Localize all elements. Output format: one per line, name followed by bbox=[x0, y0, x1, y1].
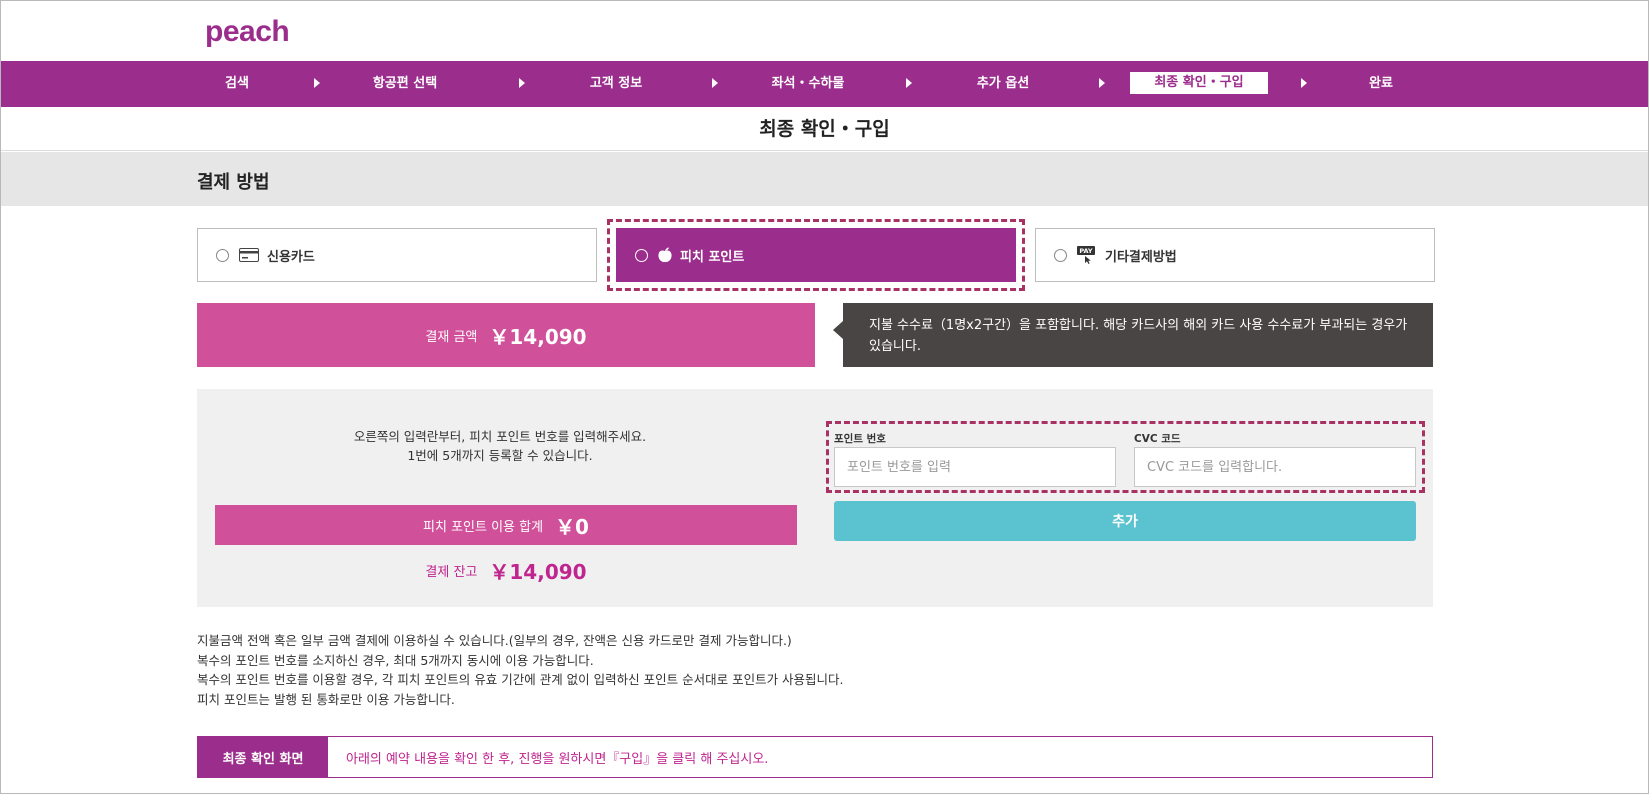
final-confirm-title: 최종 확인 화면 bbox=[198, 737, 328, 777]
payment-balance-value: ￥14,090 bbox=[489, 560, 587, 584]
step-arrow-icon bbox=[712, 78, 718, 88]
highlight-dashed-box bbox=[607, 219, 1025, 291]
radio-button[interactable] bbox=[1054, 248, 1067, 262]
point-usage-total-value: ￥0 bbox=[555, 514, 589, 539]
payment-tab-label: 기타결제방법 bbox=[1105, 249, 1177, 265]
step-customer-info: 고객 정보 bbox=[589, 76, 643, 91]
step-search: 검색 bbox=[225, 76, 249, 91]
step-flight-select: 항공편 선택 bbox=[372, 76, 438, 91]
point-instructions: 오른쪽의 입력란부터, 피치 포인트 번호를 입력해주세요. 1번에 5개까지 … bbox=[215, 427, 785, 465]
section-header: 결제 방법 bbox=[1, 152, 1648, 206]
note-line: 지불금액 전액 혹은 일부 금액 결제에 이용하실 수 있습니다.(일부의 경우… bbox=[197, 633, 792, 648]
step-arrow-icon bbox=[1099, 78, 1105, 88]
step-seat-baggage: 좌석・수하물 bbox=[771, 76, 845, 91]
note-line: 피치 포인트는 발행 된 통화로만 이용 가능합니다. bbox=[197, 691, 455, 707]
note-line: 복수의 포인트 번호를 소지하신 경우, 최대 5개까지 동시에 이용 가능합니… bbox=[197, 652, 594, 668]
step-arrow-icon bbox=[519, 78, 525, 88]
add-point-button[interactable]: 추가 bbox=[834, 501, 1416, 541]
radio-button[interactable] bbox=[216, 248, 229, 262]
fee-notice: 지불 수수료（1명x2구간）을 포함합니다. 해당 카드사의 해외 카드 사용 … bbox=[843, 303, 1433, 367]
point-usage-total-label: 피치 포인트 이용 합계 bbox=[423, 519, 544, 535]
instruction-line: 오른쪽의 입력란부터, 피치 포인트 번호를 입력해주세요. bbox=[353, 429, 647, 444]
highlight-dashed-box bbox=[826, 421, 1425, 493]
note-line: 복수의 포인트 번호를 이용할 경우, 각 피치 포인트의 유효 기간에 관계 … bbox=[197, 672, 844, 687]
payment-balance: 결제 잔고 ￥14,090 bbox=[215, 556, 797, 585]
instruction-line: 1번에 5개까지 등록할 수 있습니다. bbox=[407, 448, 593, 463]
notice-pointer bbox=[833, 321, 843, 339]
payment-tab-credit-card[interactable]: 신용카드 bbox=[197, 228, 597, 282]
point-usage-total-bar: 피치 포인트 이용 합계 ￥0 bbox=[215, 505, 797, 545]
step-arrow-icon bbox=[906, 78, 912, 88]
page-title: 최종 확인・구입 bbox=[1, 107, 1648, 151]
progress-steps: 검색 항공편 선택 고객 정보 좌석・수하물 추가 옵션 최종 확인・구입 완료 bbox=[1, 61, 1648, 107]
payment-balance-label: 결제 잔고 bbox=[425, 565, 478, 580]
pay-icon: PAY bbox=[1077, 246, 1097, 264]
section-title: 결제 방법 bbox=[197, 172, 270, 193]
peach-logo[interactable]: peach bbox=[205, 15, 290, 49]
payment-amount-label: 결재 금액 bbox=[425, 329, 478, 345]
pay-icon-text: PAY bbox=[1079, 247, 1093, 255]
credit-card-icon bbox=[239, 248, 259, 262]
payment-tab-other-methods[interactable]: PAY 기타결제방법 bbox=[1035, 228, 1435, 282]
final-confirm-box: 최종 확인 화면 아래의 예약 내용을 확인 한 후, 진행을 원하시면『구입』… bbox=[197, 736, 1433, 778]
payment-tab-label: 신용카드 bbox=[267, 249, 315, 265]
point-usage-notes: 지불금액 전액 혹은 일부 금액 결제에 이용하실 수 있습니다.(일부의 경우… bbox=[197, 631, 844, 709]
payment-amount-value: ￥14,090 bbox=[489, 324, 587, 349]
step-complete: 완료 bbox=[1369, 76, 1393, 91]
payment-amount-bar: 결재 금액 ￥14,090 bbox=[197, 303, 815, 367]
step-extra-options: 추가 옵션 bbox=[976, 76, 1030, 91]
final-confirm-text: 아래의 예약 내용을 확인 한 후, 진행을 원하시면『구입』을 클릭 해 주십… bbox=[346, 751, 769, 767]
step-arrow-icon bbox=[1301, 78, 1307, 88]
step-final-confirm-active: 최종 확인・구입 bbox=[1130, 72, 1268, 94]
step-arrow-icon bbox=[314, 78, 320, 88]
